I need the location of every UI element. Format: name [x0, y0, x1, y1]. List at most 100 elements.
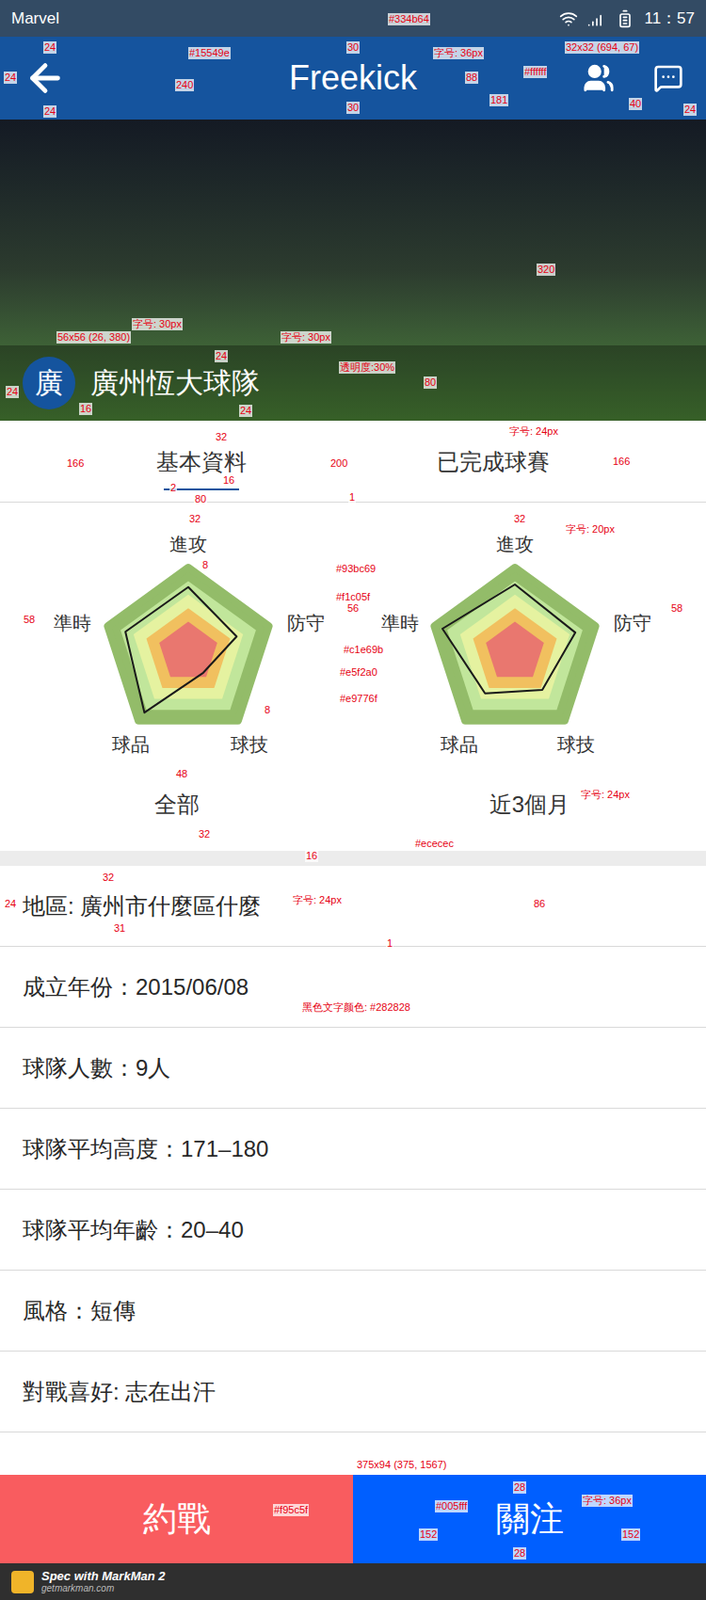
- spec-annotation: 24: [683, 103, 697, 116]
- footer-brand: Spec with MarkMan 2: [41, 1570, 165, 1583]
- spec-annotation: 字号: 24px: [291, 894, 343, 907]
- action-bar: 約戰關注: [0, 1475, 706, 1564]
- back-arrow-icon: [23, 56, 67, 100]
- spec-annotation: 24: [214, 350, 228, 363]
- section-divider: [0, 850, 706, 867]
- spec-annotation: 31: [112, 922, 127, 935]
- chat-button[interactable]: [653, 63, 684, 94]
- spec-annotation: 320: [536, 263, 556, 276]
- spec-annotation: 字号: 36px: [581, 1494, 633, 1508]
- spec-annotation: 2: [169, 481, 177, 495]
- team-avatar: 廣: [22, 356, 76, 410]
- spec-annotation: 56x56 (26, 380): [56, 331, 131, 344]
- spec-annotation: 40: [628, 97, 642, 111]
- spec-annotation: 375x94 (375, 1567): [355, 1459, 448, 1472]
- chat-icon: [653, 63, 684, 94]
- spec-annotation: 16: [79, 402, 93, 416]
- spec-annotation: 240: [175, 79, 194, 92]
- radar-chart: 進攻防守球技球品準時全部: [0, 532, 353, 851]
- spec-annotation: 48: [175, 768, 189, 781]
- spec-annotation: 88: [465, 71, 479, 84]
- spec-annotation: 152: [621, 1528, 641, 1541]
- radar-axis-label: 進攻: [496, 532, 534, 556]
- spec-annotation: 152: [418, 1528, 438, 1541]
- info-row: 球隊人數：9人: [0, 1027, 706, 1109]
- team-cover: 廣廣州恆大球隊: [0, 119, 706, 421]
- markman-logo-icon: [11, 1571, 34, 1594]
- info-row: 風格：短傳: [0, 1270, 706, 1352]
- radar-chart: 進攻防守球技球品準時近3個月: [353, 532, 706, 851]
- wifi-icon: [559, 9, 578, 29]
- tab-bar: 基本資料已完成球賽: [0, 420, 706, 503]
- info-row: 成立年份：2015/06/08: [0, 946, 706, 1028]
- radar-axis-label: 準時: [381, 611, 419, 635]
- info-row: 球隊平均年齡：20–40: [0, 1189, 706, 1271]
- spec-annotation: 24: [239, 404, 253, 418]
- info-row: 球隊平均高度：171–180: [0, 1108, 706, 1190]
- users-icon: [582, 62, 615, 95]
- info-row: 對戰喜好: 志在出汗: [0, 1351, 706, 1433]
- spec-annotation: #ececec: [414, 837, 455, 851]
- spec-annotation: #15549e: [188, 47, 231, 60]
- spec-annotation: 56: [346, 602, 360, 615]
- radar-axis-label: 準時: [53, 611, 92, 635]
- spec-annotation: 字号: 36px: [433, 47, 484, 60]
- info-list: 地區: 廣州市什麼區什麼成立年份：2015/06/08球隊人數：9人球隊平均高度…: [0, 866, 706, 1433]
- spec-annotation: 24: [5, 385, 19, 399]
- app: Marvel 11：57 Freekick 廣廣州恆大球隊基本資料已完成球賽進攻防守球…: [0, 0, 706, 1600]
- members-button[interactable]: [581, 61, 616, 96]
- radar-axis-label: 球品: [440, 733, 479, 756]
- spec-annotation: 1: [385, 937, 394, 950]
- spec-annotation: 166: [611, 455, 631, 468]
- spec-annotation: #c1e69b: [342, 643, 385, 657]
- footer-url: getmarkman.com: [41, 1584, 165, 1594]
- spec-annotation: 166: [65, 457, 85, 470]
- spec-annotation: #93bc69: [335, 562, 377, 576]
- spec-annotation: 32x32 (694, 67): [564, 41, 640, 54]
- spec-annotation: 58: [22, 613, 36, 626]
- spec-annotation: #334b64: [387, 13, 431, 26]
- radar-axis-label: 進攻: [169, 532, 208, 556]
- spec-annotation: 28: [513, 1481, 527, 1494]
- signal-icon: [587, 9, 607, 29]
- spec-annotation: 黑色文字颜色: #282828: [301, 1001, 412, 1014]
- spec-annotation: 28: [513, 1547, 527, 1560]
- spec-annotation: #e5f2a0: [338, 666, 379, 679]
- spec-annotation: 58: [670, 602, 684, 615]
- carrier: Marvel: [11, 6, 60, 32]
- spec-annotation: 30: [346, 101, 360, 114]
- radar-axis-label: 防守: [287, 611, 325, 635]
- spec-annotation: 16: [222, 474, 236, 487]
- action-button[interactable]: 關注: [353, 1475, 706, 1564]
- app-title: Freekick: [288, 59, 418, 97]
- radar-axis-label: 球技: [230, 733, 269, 756]
- spec-annotation: 80: [423, 376, 437, 389]
- spec-annotation: 1: [348, 491, 356, 504]
- status-bar: Marvel 11：57: [0, 0, 706, 37]
- tab[interactable]: 已完成球賽: [436, 450, 550, 491]
- action-button[interactable]: 約戰: [0, 1475, 353, 1564]
- spec-footer: Spec with MarkMan 2getmarkman.com: [0, 1563, 706, 1600]
- spec-annotation: 24: [3, 71, 17, 84]
- spec-annotation: 24: [43, 105, 57, 118]
- spec-annotation: 32: [513, 513, 527, 526]
- radar-axis-label: 防守: [613, 611, 652, 635]
- spec-annotation: 字号: 20px: [564, 523, 616, 536]
- spec-annotation: 181: [489, 94, 509, 107]
- spec-annotation: 8: [201, 559, 209, 572]
- spec-annotation: #e9776f: [338, 692, 379, 706]
- spec-annotation: 字号: 24px: [508, 425, 560, 438]
- clock: 11：57: [643, 6, 695, 32]
- radar-caption: 近3個月: [353, 790, 706, 819]
- battery-icon: [615, 9, 635, 29]
- radar-axis-label: 球品: [112, 733, 150, 756]
- spec-annotation: 字号: 30px: [280, 331, 332, 344]
- spec-annotation: 80: [193, 493, 208, 506]
- spec-annotation: 32: [197, 828, 211, 841]
- spec-annotation: 24: [3, 898, 17, 911]
- back-button[interactable]: [22, 55, 68, 101]
- spec-annotation: 30: [346, 41, 360, 54]
- spec-annotation: 24: [43, 41, 57, 54]
- spec-annotation: 32: [101, 871, 115, 884]
- radar-graph: [420, 553, 610, 742]
